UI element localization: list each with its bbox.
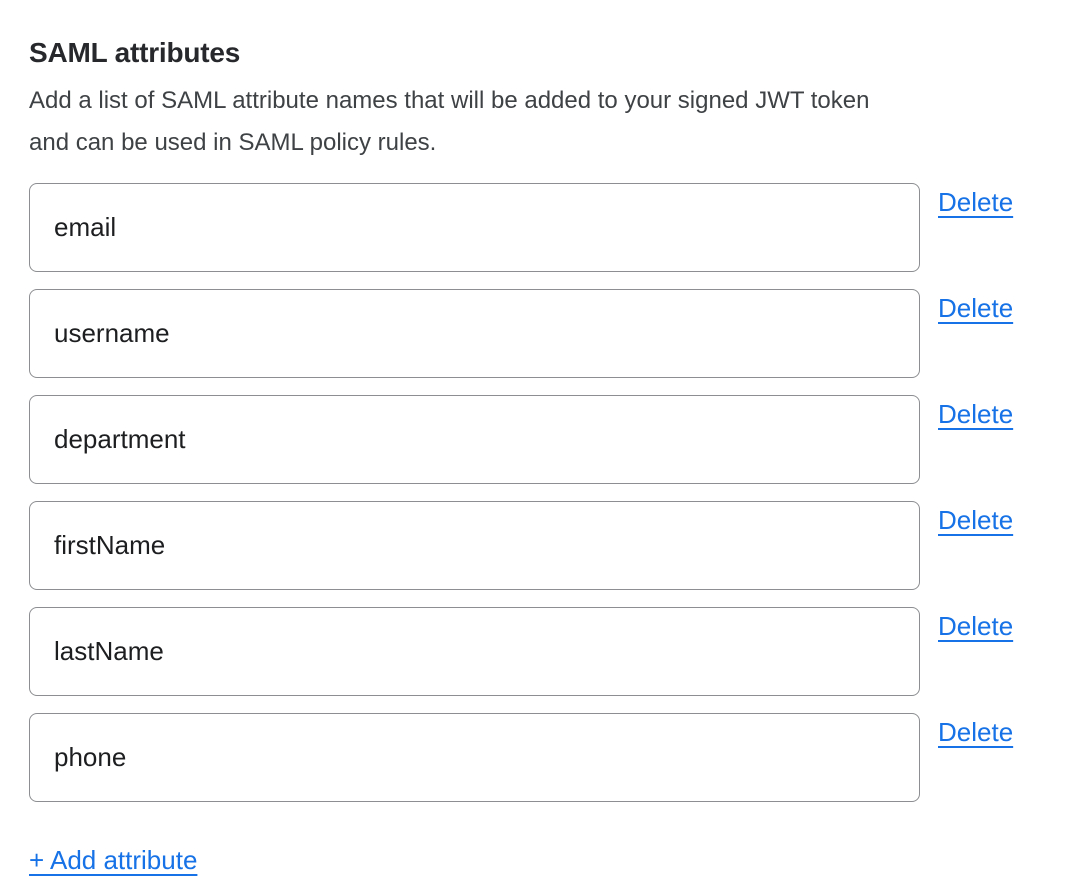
add-attribute-link[interactable]: + Add attribute: [29, 845, 197, 875]
attribute-row: Delete: [29, 501, 1026, 590]
attribute-name-input[interactable]: [29, 289, 920, 378]
attribute-name-input[interactable]: [29, 395, 920, 484]
section-description: Add a list of SAML attribute names that …: [29, 80, 1026, 164]
delete-attribute-link[interactable]: Delete: [938, 611, 1013, 641]
section-title: SAML attributes: [29, 36, 1026, 69]
attribute-name-input[interactable]: [29, 607, 920, 696]
attribute-name-input[interactable]: [29, 501, 920, 590]
saml-attributes-section: SAML attributes Add a list of SAML attri…: [0, 0, 1066, 886]
attribute-row: Delete: [29, 289, 1026, 378]
delete-attribute-link[interactable]: Delete: [938, 399, 1013, 429]
section-description-line-1: Add a list of SAML attribute names that …: [29, 80, 1026, 122]
delete-attribute-link[interactable]: Delete: [938, 187, 1013, 217]
attribute-rows: Delete Delete Delete Delete Delete Delet…: [29, 183, 1026, 802]
attribute-row: Delete: [29, 183, 1026, 272]
attribute-name-input[interactable]: [29, 713, 920, 802]
attribute-row: Delete: [29, 713, 1026, 802]
section-description-line-2: and can be used in SAML policy rules.: [29, 122, 1026, 164]
attribute-name-input[interactable]: [29, 183, 920, 272]
attribute-row: Delete: [29, 607, 1026, 696]
attribute-row: Delete: [29, 395, 1026, 484]
delete-attribute-link[interactable]: Delete: [938, 293, 1013, 323]
delete-attribute-link[interactable]: Delete: [938, 717, 1013, 747]
delete-attribute-link[interactable]: Delete: [938, 505, 1013, 535]
